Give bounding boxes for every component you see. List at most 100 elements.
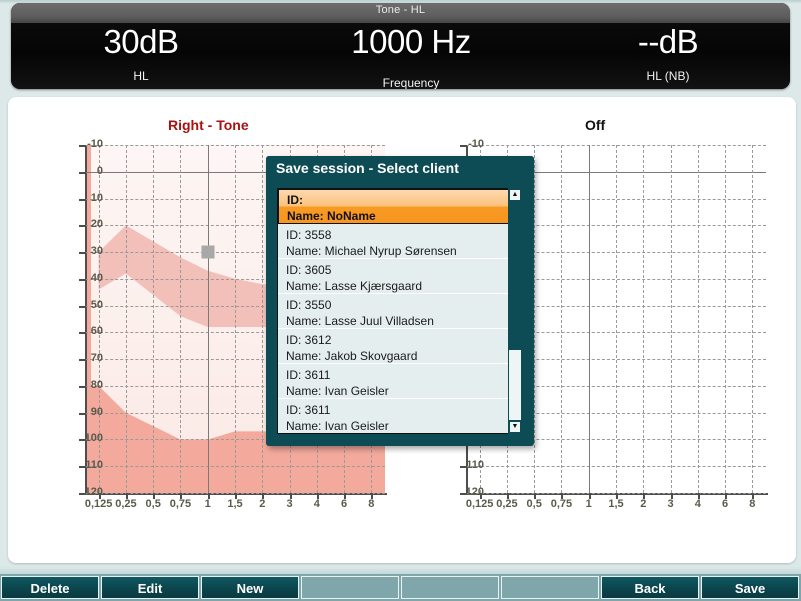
mode-title: Tone - HL <box>11 4 790 16</box>
client-list-item[interactable]: ID: 3612Name: Jakob Skovgaard <box>278 329 510 364</box>
x-tick-label: 6 <box>722 498 728 510</box>
scrollbar-thumb[interactable] <box>509 202 521 350</box>
y-tick-label: -10 <box>61 138 103 150</box>
bottom-toolbar: DeleteEditNew BackSave <box>0 566 801 601</box>
y-tick-label: 20 <box>61 218 103 230</box>
audiometer-app: Tone - HL 30dB HL 1000 Hz Frequency --dB… <box>0 0 801 601</box>
x-tick-label: 0,125 <box>466 498 494 510</box>
scroll-up-icon[interactable]: ▲ <box>509 189 521 201</box>
client-id: ID: 3605 <box>286 262 510 278</box>
masking-level-readout: --dB HL (NB) <box>578 25 758 84</box>
gridline-vertical <box>725 145 726 493</box>
x-tick-label: 2 <box>640 498 646 510</box>
client-id: ID: 3558 <box>286 227 510 243</box>
left-chart-title: Right - Tone <box>168 117 249 133</box>
client-id: ID: 3611 <box>286 367 510 383</box>
y-tick-label: 120 <box>442 486 484 498</box>
masking-level-label: HL (NB) <box>578 68 758 84</box>
x-tick-label: 0,75 <box>170 498 191 510</box>
right-chart-title: Off <box>585 117 605 133</box>
gridline-vertical <box>180 145 181 493</box>
client-id: ID: 3550 <box>286 297 510 313</box>
gridline-vertical <box>752 145 753 493</box>
dialog-title: Save session - Select client <box>266 156 534 180</box>
y-tick-label: 80 <box>61 379 103 391</box>
gridline-vertical <box>561 145 562 493</box>
client-name: Name: NoName <box>287 208 509 224</box>
gridline-vertical <box>616 145 617 493</box>
client-list-scrollbar[interactable]: ▲ ▼ <box>508 188 522 434</box>
client-list-item[interactable]: ID: 3550Name: Lasse Juul Villadsen <box>278 294 510 329</box>
y-tick-label: 0 <box>61 165 103 177</box>
client-list-item[interactable]: ID: 3611Name: Ivan Geisler <box>278 399 510 434</box>
client-list-item[interactable]: ID: 3605Name: Lasse Kjærsgaard <box>278 259 510 294</box>
x-tick-label: 0,25 <box>115 498 136 510</box>
x-tick-label: 3 <box>286 498 292 510</box>
dialog-body: ID:Name: NoNameID: 3558Name: Michael Nyr… <box>275 186 525 436</box>
x-tick-label: 1,5 <box>227 498 242 510</box>
client-list-item[interactable]: ID: 3558Name: Michael Nyrup Sørensen <box>278 224 510 259</box>
client-list-item[interactable]: ID: 3611Name: Ivan Geisler <box>278 364 510 399</box>
save-session-dialog[interactable]: Save session - Select client ID:Name: No… <box>266 156 534 446</box>
toolbar-button-delete[interactable]: Delete <box>1 576 99 599</box>
x-tick-label: 1 <box>586 498 592 510</box>
y-tick-label: 120 <box>61 486 103 498</box>
x-tick-label: 8 <box>368 498 374 510</box>
toolbar-button-new[interactable]: New <box>201 576 299 599</box>
gridline-vertical <box>126 145 127 493</box>
gridline-vertical <box>534 145 535 493</box>
client-name: Name: Lasse Kjærsgaard <box>286 278 510 294</box>
gridline-vertical <box>262 145 263 493</box>
gridline-vertical <box>208 145 209 493</box>
stimulus-level-value: 30dB <box>51 25 231 59</box>
masking-level-value: --dB <box>578 25 758 59</box>
y-tick-label: 70 <box>61 352 103 364</box>
cursor-marker[interactable] <box>201 246 214 259</box>
x-tick-label: 0,75 <box>551 498 572 510</box>
scrollbar-track[interactable] <box>509 202 521 420</box>
x-tick-label: 6 <box>341 498 347 510</box>
y-tick-label: 40 <box>61 272 103 284</box>
gridline-vertical <box>671 145 672 493</box>
y-tick-label: -10 <box>442 138 484 150</box>
stimulus-level-readout: 30dB HL <box>51 25 231 84</box>
client-list[interactable]: ID:Name: NoNameID: 3558Name: Michael Nyr… <box>277 188 511 434</box>
frequency-label: Frequency <box>311 75 511 89</box>
client-name: Name: Jakob Skovgaard <box>286 348 510 364</box>
client-list-item[interactable]: ID:Name: NoName <box>278 189 510 224</box>
x-tick-label: 4 <box>314 498 320 510</box>
x-tick-label: 0,5 <box>527 498 542 510</box>
x-tick-label: 1 <box>205 498 211 510</box>
toolbar-button-back[interactable]: Back <box>601 576 699 599</box>
readout-bar: Tone - HL 30dB HL 1000 Hz Frequency --dB… <box>11 3 790 89</box>
client-name: Name: Ivan Geisler <box>286 418 510 434</box>
x-tick-label: 1,5 <box>608 498 623 510</box>
gridline-vertical <box>589 145 590 493</box>
x-tick-label: 0,125 <box>85 498 113 510</box>
readout-panel: Tone - HL 30dB HL 1000 Hz Frequency --dB… <box>0 0 801 93</box>
client-id: ID: 3611 <box>286 402 510 418</box>
y-tick-label: 90 <box>61 406 103 418</box>
x-tick-label: 4 <box>695 498 701 510</box>
client-id: ID: <box>287 192 509 208</box>
stimulus-level-label: HL <box>51 68 231 84</box>
toolbar-top-strip <box>0 566 801 574</box>
y-tick-label: 110 <box>61 459 103 471</box>
y-tick-label: 110 <box>442 459 484 471</box>
toolbar-button-edit[interactable]: Edit <box>101 576 199 599</box>
toolbar-button-save[interactable]: Save <box>701 576 799 599</box>
gridline-vertical <box>643 145 644 493</box>
scroll-down-icon[interactable]: ▼ <box>509 421 521 433</box>
client-name: Name: Lasse Juul Villadsen <box>286 313 510 329</box>
client-id: ID: 3612 <box>286 332 510 348</box>
y-tick-label: 100 <box>61 432 103 444</box>
y-tick-label: 10 <box>61 192 103 204</box>
gridline-vertical <box>235 145 236 493</box>
client-name: Name: Ivan Geisler <box>286 383 510 399</box>
gridline-vertical <box>698 145 699 493</box>
y-tick-label: 50 <box>61 299 103 311</box>
toolbar-button-empty <box>501 576 599 599</box>
x-tick-label: 2 <box>259 498 265 510</box>
y-tick-label: 30 <box>61 245 103 257</box>
toolbar-button-empty <box>301 576 399 599</box>
